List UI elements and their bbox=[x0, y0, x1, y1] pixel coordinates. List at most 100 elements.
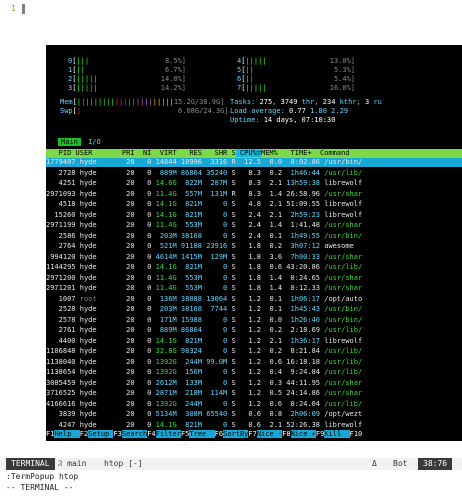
fkey-f10[interactable]: F10 bbox=[350, 430, 363, 438]
table-row[interactable]: 1779407 hyde 20 0 14844 10996 3316 R 12.… bbox=[46, 158, 462, 167]
cell-cpu: 1.8 bbox=[235, 263, 262, 271]
cell-mem: 2.1 bbox=[261, 336, 283, 345]
cpu-bar: || bbox=[245, 66, 254, 74]
table-row[interactable]: 1106848 hyde 20 0 32.8G 98324 0 S 1.2 0.… bbox=[46, 347, 462, 356]
cell-user: hyde bbox=[75, 305, 118, 313]
table-row[interactable]: 2761 hyde 20 0 889M 86804 0 S 1.2 0.2 2:… bbox=[46, 326, 462, 335]
table-row[interactable]: 994120 hyde 20 0 4614M 1415M 129M S 1.8 … bbox=[46, 253, 462, 262]
htop-terminal[interactable]: 0[||| 8.5%] 1[|| 6.7%] 2[||||| 14.0%] 3[|||… bbox=[46, 45, 462, 441]
cell-virt: 889M bbox=[151, 168, 177, 177]
mode-message: -- TERMINAL -- bbox=[6, 483, 74, 492]
table-row[interactable]: 2971200 hyde 20 0 11.4G 553M 0 S 1.8 1.4… bbox=[46, 274, 462, 283]
table-row[interactable]: 2764 hyde 20 0 521M 91188 23916 S 1.8 0.… bbox=[46, 242, 462, 251]
cell-pid: 1007 bbox=[46, 294, 76, 303]
cell-shr: 7744 bbox=[201, 305, 228, 313]
tab-io[interactable]: I/O bbox=[85, 138, 104, 146]
col-time[interactable]: TIME+ bbox=[278, 149, 312, 157]
col-command[interactable]: Command bbox=[312, 149, 350, 157]
cpu-meter-7: 7[||||| 16.0%] bbox=[237, 84, 356, 92]
cpu-bar: ||||| bbox=[76, 75, 98, 83]
cell-cpu: 12.5 bbox=[235, 158, 262, 166]
fkey-f2[interactable]: F2 bbox=[80, 430, 88, 438]
cell-ni: 0 bbox=[134, 378, 152, 387]
cell-mem: 0.1 bbox=[261, 305, 283, 313]
table-row[interactable]: 1138040 hyde 20 0 1392G 244M 99.0M S 1.2… bbox=[46, 358, 462, 367]
cpu-meter-0: 0[||| 8.5%] bbox=[68, 57, 187, 65]
cell-command: /usr/bin/ bbox=[320, 315, 363, 324]
fkey-label[interactable]: Help bbox=[54, 430, 80, 438]
table-row[interactable]: 2971093 hyde 20 0 11.4G 557M 131M R 8.3 … bbox=[46, 190, 462, 199]
cell-shr: 0 bbox=[201, 284, 228, 292]
cell-time: 1:41.48 bbox=[282, 221, 321, 229]
fkey-f6[interactable]: F6 bbox=[215, 430, 223, 438]
cell-user: hyde bbox=[75, 242, 118, 250]
cell-mem: 0.2 bbox=[261, 347, 283, 355]
cell-res: 10996 bbox=[176, 158, 202, 166]
fkey-label[interactable]: Tree bbox=[189, 430, 215, 438]
table-row[interactable]: 2578 hyde 20 0 171M 15988 0 S 1.2 0.0 1h… bbox=[46, 316, 462, 325]
table-row[interactable]: 3085459 hyde 20 0 2612M 133M 0 S 1.2 0.3… bbox=[46, 379, 462, 388]
cell-shr: 0 bbox=[201, 326, 228, 334]
fkey-label[interactable]: Setup bbox=[88, 430, 114, 438]
table-row[interactable]: 4400 hyde 20 0 14.1G 821M 0 S 1.2 2.1 1h… bbox=[46, 337, 462, 346]
tab-main[interactable]: Main bbox=[58, 138, 81, 146]
cell-state: S bbox=[227, 336, 236, 345]
col-shr[interactable]: SHR bbox=[202, 149, 228, 157]
table-row[interactable]: 4247 hyde 20 0 14.1G 821M 0 S 0.6 2.1 52… bbox=[46, 421, 462, 430]
fkey-label[interactable]: Kill bbox=[324, 430, 350, 438]
cell-shr: 35240 bbox=[201, 168, 228, 177]
col-user[interactable]: USER bbox=[71, 149, 117, 157]
table-row[interactable]: 4166616 hyde 20 0 1392G 244M 0 S 1.2 0.6… bbox=[46, 400, 462, 409]
cell-state: S bbox=[227, 168, 236, 177]
cell-pri: 20 bbox=[117, 410, 135, 418]
col-virt[interactable]: VIRT bbox=[151, 149, 177, 157]
table-row[interactable]: 2728 hyde 20 0 889M 86804 35240 S 8.3 0.… bbox=[46, 169, 462, 178]
fkey-label[interactable]: Nice - bbox=[256, 430, 283, 438]
fkey-label[interactable]: Nice + bbox=[290, 430, 316, 438]
fkey-label[interactable]: Search bbox=[121, 430, 148, 438]
col-mem[interactable]: MEM% bbox=[261, 149, 278, 157]
cell-pri: 20 bbox=[117, 168, 135, 177]
table-row[interactable]: 15260 hyde 20 0 14.1G 821M 0 S 2.4 2.1 2… bbox=[46, 211, 462, 220]
cell-ni: 0 bbox=[134, 294, 152, 303]
cell-res: 821M bbox=[176, 336, 202, 345]
table-row[interactable]: 1007 root 20 0 136M 38088 13064 S 1.2 0.… bbox=[46, 295, 462, 304]
table-row[interactable]: 2971199 hyde 20 0 11.4G 553M 0 S 2.4 1.4… bbox=[46, 221, 462, 230]
cell-pri: 20 bbox=[117, 294, 135, 303]
command-line[interactable]: :TermPopup htop bbox=[6, 471, 78, 482]
cell-pid: 4251 bbox=[46, 179, 76, 187]
cell-cpu: 8.3 bbox=[235, 189, 262, 198]
cell-cpu: 4.8 bbox=[235, 200, 262, 208]
cell-mem: 0.6 bbox=[261, 357, 283, 366]
cell-time: 1h45:43 bbox=[282, 305, 321, 313]
table-row[interactable]: 1138654 hyde 20 0 1392G 156M 0 S 1.2 0.4… bbox=[46, 368, 462, 377]
fkey-f7[interactable]: F7 bbox=[248, 430, 256, 438]
fkey-f3[interactable]: F3 bbox=[113, 430, 121, 438]
col-res[interactable]: RES bbox=[177, 149, 202, 157]
cell-state: S bbox=[227, 389, 236, 397]
col-cpu[interactable]: CPU%▽ bbox=[235, 149, 261, 157]
table-row[interactable]: 1144295 hyde 20 0 14.1G 821M 0 S 1.8 0.6… bbox=[46, 263, 462, 272]
table-row[interactable]: 2528 hyde 20 0 203M 38168 7744 S 1.2 0.1… bbox=[46, 305, 462, 314]
col-s[interactable]: S bbox=[227, 149, 235, 157]
fkey-f4[interactable]: F4 bbox=[147, 430, 155, 438]
col-pid[interactable]: PID bbox=[46, 149, 72, 157]
col-pri[interactable]: PRI bbox=[118, 149, 135, 157]
table-row[interactable]: 2586 hyde 20 0 203M 38168 0 S 2.4 0.1 1h… bbox=[46, 232, 462, 241]
col-ni[interactable]: NI bbox=[135, 149, 151, 157]
warning-icon: Δ bbox=[372, 459, 377, 468]
uptime-line: Uptime: 14 days, 07:10:30 bbox=[230, 116, 336, 124]
table-row[interactable]: 3839 hyde 20 0 5134M 308M 65540 S 0.6 0.… bbox=[46, 410, 462, 419]
fkey-label[interactable]: SortBy bbox=[223, 430, 249, 438]
cell-state: S bbox=[227, 179, 236, 187]
table-row[interactable]: 4251 hyde 20 0 14.6G 822M 287M S 8.3 2.1… bbox=[46, 179, 462, 188]
table-row[interactable]: 2971201 hyde 20 0 11.4G 553M 0 S 1.8 1.4… bbox=[46, 284, 462, 293]
cell-user: hyde bbox=[75, 399, 118, 408]
cell-state: R bbox=[227, 189, 236, 198]
table-row[interactable]: 3716525 hyde 20 0 2871M 218M 114M S 1.2 … bbox=[46, 389, 462, 398]
fkey-label[interactable]: Filter bbox=[155, 430, 181, 438]
cell-pri: 20 bbox=[117, 305, 135, 313]
table-row[interactable]: 4518 hyde 20 0 14.1G 821M 0 S 4.8 2.1 51… bbox=[46, 200, 462, 209]
cell-pri: 20 bbox=[117, 284, 135, 292]
fkey-f8[interactable]: F8 bbox=[282, 430, 290, 438]
